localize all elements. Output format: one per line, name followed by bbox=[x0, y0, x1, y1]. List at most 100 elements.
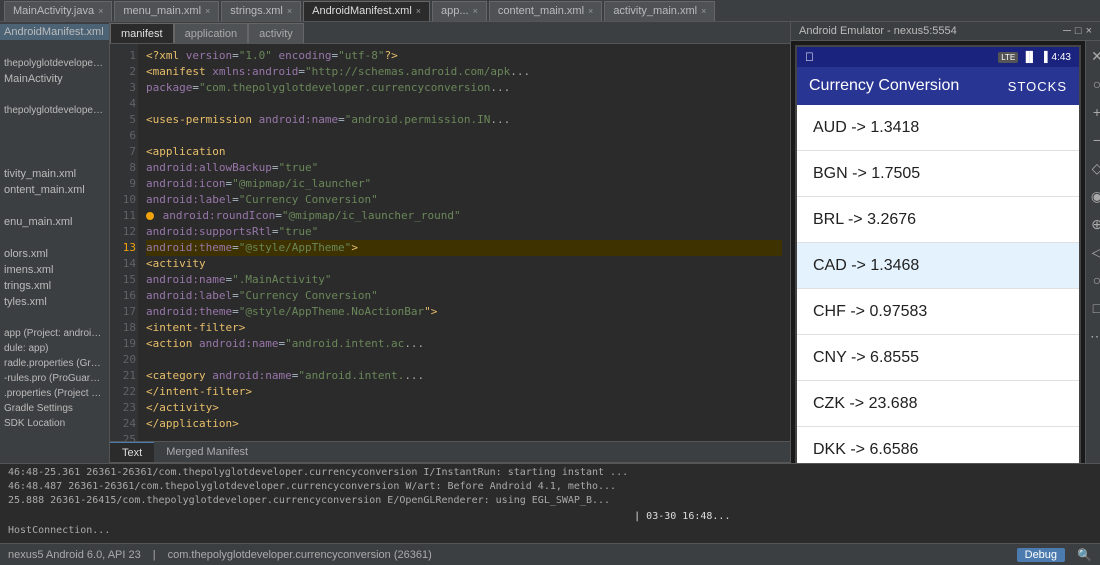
close-icon[interactable]: × bbox=[588, 6, 593, 16]
tab-label: content_main.xml bbox=[498, 5, 584, 17]
emulator-maximize-btn[interactable]: □ bbox=[1075, 25, 1082, 37]
package-info: com.thepolyglotdeveloper.currencyconvers… bbox=[168, 549, 432, 561]
code-line-25 bbox=[146, 432, 782, 441]
code-line-4 bbox=[146, 96, 782, 112]
close-icon[interactable]: × bbox=[416, 6, 421, 16]
file-tree-item-activity-main[interactable]: tivity_main.xml bbox=[0, 166, 109, 182]
close-icon[interactable]: × bbox=[205, 6, 210, 16]
currency-item-cad[interactable]: CAD -> 1.3468 bbox=[797, 243, 1079, 289]
tool-panel: ✕ ○ + − ◇ ◉ ⊕ ◁ ○ □ ⋯ bbox=[1085, 41, 1100, 463]
lte-badge: LTE bbox=[998, 52, 1018, 63]
file-tree-item-menu-main[interactable]: enu_main.xml bbox=[0, 214, 109, 230]
close-icon[interactable]: × bbox=[701, 6, 706, 16]
tool-camera-btn[interactable]: ◉ bbox=[1086, 185, 1100, 207]
line-numbers: 123456 789101112 13141516 171819202122 2… bbox=[110, 44, 138, 441]
file-tree-item-dimens[interactable]: imens.xml bbox=[0, 262, 109, 278]
editor-tab-bar: manifest application activity bbox=[110, 22, 790, 44]
currency-item-dkk[interactable]: DKK -> 6.6586 bbox=[797, 427, 1079, 463]
tool-circle-btn[interactable]: ○ bbox=[1086, 73, 1100, 95]
editor-tab-activity[interactable]: activity bbox=[248, 23, 304, 43]
code-line-24: </application> bbox=[146, 416, 782, 432]
editor-tab-androidmanifest[interactable]: manifest bbox=[110, 23, 174, 43]
tab-label: AndroidManifest.xml bbox=[312, 5, 412, 17]
file-tree-item-app-project[interactable]: app (Project: android-currency... bbox=[0, 326, 109, 341]
tool-zoom-in-btn[interactable]: ⊕ bbox=[1086, 213, 1100, 235]
tool-volume-down-btn[interactable]: − bbox=[1086, 129, 1100, 151]
file-tree-item-androidmanifest[interactable]: AndroidManifest.xml bbox=[0, 24, 109, 40]
file-tree-item-pkg2[interactable]: thepolyglotdeveloper.currenc... bbox=[0, 103, 109, 118]
editor-tab-application[interactable]: application bbox=[174, 23, 249, 43]
tab-strings[interactable]: strings.xml × bbox=[221, 1, 301, 21]
tab-app[interactable]: app... × bbox=[432, 1, 487, 21]
tab-label: activity_main.xml bbox=[613, 5, 697, 17]
manifest-tab-merged[interactable]: Merged Manifest bbox=[154, 442, 260, 462]
time-display: 4:43 bbox=[1052, 52, 1071, 63]
code-line-3: package="com.thepolyglotdeveloper.curren… bbox=[146, 80, 782, 96]
tool-circle2-btn[interactable]: ○ bbox=[1086, 269, 1100, 291]
process-info: | bbox=[153, 549, 156, 561]
stocks-button[interactable]: STOCKS bbox=[1008, 79, 1067, 94]
close-icon[interactable]: × bbox=[287, 6, 292, 16]
file-tree-item-pkg1[interactable]: thepolyglotdeveloper.currenc... bbox=[0, 56, 109, 71]
file-tree-item-gradle-settings[interactable]: Gradle Settings bbox=[0, 401, 109, 416]
search-icon[interactable]: 🔍 bbox=[1077, 548, 1092, 562]
tool-square-btn[interactable]: □ bbox=[1086, 297, 1100, 319]
battery-icon: ▐ bbox=[1040, 52, 1047, 63]
file-tree-item-module-app[interactable]: dule: app) bbox=[0, 341, 109, 356]
file-tree-item-styles[interactable]: tyles.xml bbox=[0, 294, 109, 310]
phone-status-bar:  LTE ▐▌ ▐ 4:43 bbox=[797, 47, 1079, 67]
currency-item-brl[interactable]: BRL -> 3.2676 bbox=[797, 197, 1079, 243]
log-host: HostConnection... bbox=[8, 524, 1092, 538]
file-tree-item-project-props[interactable]: .properties (Project Properties) bbox=[0, 386, 109, 401]
code-editor[interactable]: manifest application activity 123456 789… bbox=[110, 22, 790, 463]
tab-label: menu_main.xml bbox=[123, 5, 201, 17]
file-tree-item-gradle-props[interactable]: radle.properties (Gradle Versio... bbox=[0, 356, 109, 371]
emulator-title: Android Emulator - nexus5:5554 bbox=[799, 25, 957, 37]
tab-content-main[interactable]: content_main.xml × bbox=[489, 1, 602, 21]
close-icon[interactable]: × bbox=[98, 6, 103, 16]
editor-content[interactable]: 123456 789101112 13141516 171819202122 2… bbox=[110, 44, 790, 441]
currency-list[interactable]: AUD -> 1.3418 BGN -> 1.7505 BRL -> 3.267… bbox=[797, 105, 1079, 463]
currency-item-cny[interactable]: CNY -> 6.8555 bbox=[797, 335, 1079, 381]
bottom-area: 46:48-25.361 26361-26361/com.thepolyglot… bbox=[0, 463, 1100, 543]
file-tree-item-strings[interactable]: trings.xml bbox=[0, 278, 109, 294]
code-content[interactable]: <?xml version="1.0" encoding="utf-8"?> <… bbox=[138, 44, 790, 441]
file-tree-item-sdk-location[interactable]: SDK Location bbox=[0, 416, 109, 431]
device-info: nexus5 Android 6.0, API 23 bbox=[8, 549, 141, 561]
currency-item-bgn[interactable]: BGN -> 1.7505 bbox=[797, 151, 1079, 197]
tool-rotate-btn[interactable]: ◇ bbox=[1086, 157, 1100, 179]
phone-toolbar: Currency Conversion STOCKS bbox=[797, 67, 1079, 105]
file-tree-item-colors[interactable]: olors.xml bbox=[0, 246, 109, 262]
tool-more-btn[interactable]: ⋯ bbox=[1086, 325, 1100, 347]
currency-item-aud[interactable]: AUD -> 1.3418 bbox=[797, 105, 1079, 151]
tab-label: MainActivity.java bbox=[13, 5, 94, 17]
tool-close-btn[interactable]: ✕ bbox=[1086, 45, 1100, 67]
emulator-minimize-btn[interactable]: ─ bbox=[1063, 25, 1071, 37]
file-tree-item-e7 bbox=[0, 230, 109, 246]
file-tree-item-mainactivity[interactable]: MainActivity bbox=[0, 71, 109, 87]
code-line-17: android:theme="@style/AppTheme.NoActionB… bbox=[146, 304, 782, 320]
code-line-8: android:allowBackup="true" bbox=[146, 160, 782, 176]
debug-button[interactable]: Debug bbox=[1017, 548, 1065, 562]
code-line-18: <intent-filter> bbox=[146, 320, 782, 336]
tab-menu-main[interactable]: menu_main.xml × bbox=[114, 1, 219, 21]
tab-androidmanifest[interactable]: AndroidManifest.xml × bbox=[303, 1, 430, 21]
log-line-3: 25.888 26361-26415/com.thepolyglotdevelo… bbox=[8, 494, 1092, 508]
tab-mainactivity[interactable]: MainActivity.java × bbox=[4, 1, 112, 21]
close-icon[interactable]: × bbox=[473, 6, 478, 16]
currency-item-czk[interactable]: CZK -> 23.688 bbox=[797, 381, 1079, 427]
tab-activity-main[interactable]: activity_main.xml × bbox=[604, 1, 715, 21]
file-tree-item-content-main[interactable]: ontent_main.xml bbox=[0, 182, 109, 198]
code-line-16: android:label="Currency Conversion" bbox=[146, 288, 782, 304]
emulator-close-btn[interactable]: × bbox=[1086, 25, 1092, 37]
tool-back-btn[interactable]: ◁ bbox=[1086, 241, 1100, 263]
code-line-7: <application bbox=[146, 144, 782, 160]
manifest-tab-text[interactable]: Text bbox=[110, 442, 154, 462]
file-tree-item-e5 bbox=[0, 150, 109, 166]
signal-icon: ▐▌ bbox=[1022, 52, 1036, 63]
file-tree-item-proguard[interactable]: -rules.pro (ProGuard Rules for... bbox=[0, 371, 109, 386]
tool-volume-up-btn[interactable]: + bbox=[1086, 101, 1100, 123]
file-tree-item-e8 bbox=[0, 310, 109, 326]
editor-tab-label: application bbox=[185, 28, 238, 40]
currency-item-chf[interactable]: CHF -> 0.97583 bbox=[797, 289, 1079, 335]
